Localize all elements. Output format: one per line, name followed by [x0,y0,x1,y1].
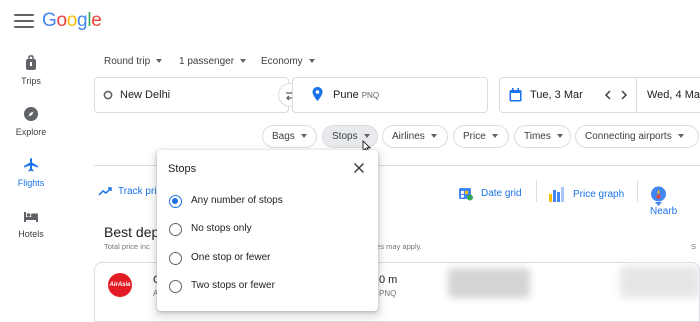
menu-icon [14,14,34,16]
radio-icon[interactable] [169,280,182,293]
filter-connecting-airports[interactable]: Connecting airports [575,125,699,148]
nearby-airports-button[interactable]: Nearb [650,186,700,217]
destination-field[interactable]: Pune PNQ [292,77,488,113]
caret-down-icon [308,59,315,64]
close-icon[interactable] [353,162,365,174]
date-field[interactable]: Tue, 3 Mar Wed, 4 Mar [499,77,700,113]
calendar-icon [509,88,522,102]
menu-button[interactable] [14,14,34,30]
date-divider [636,78,637,112]
origin-value: New Delhi [120,89,171,101]
location-pin-icon [312,87,323,101]
nav-hotels[interactable]: Hotels [0,208,62,239]
depart-date: Tue, 3 Mar [530,89,583,101]
map-pin-icon [651,186,666,206]
nav-trips[interactable]: Trips [0,55,62,86]
destination-code: PNQ [361,91,380,100]
filter-times[interactable]: Times [514,125,571,148]
sort-label[interactable]: S [691,242,696,251]
nav-label: Flights [17,178,45,188]
flight-duration-partial: 0 m [379,274,398,286]
origin-field[interactable]: New Delhi [94,77,289,113]
nav-explore[interactable]: Explore [0,106,62,137]
fees-note: ees may apply. [372,242,422,251]
filter-airlines[interactable]: Airlines [382,125,448,148]
filter-bags[interactable]: Bags [262,125,317,148]
compass-icon [24,107,38,121]
caret-down-icon [491,134,498,139]
price-graph-icon [549,187,564,202]
nav-flights[interactable]: Flights [0,157,62,188]
blurred-price-info [620,266,700,298]
chevron-left-icon[interactable] [604,90,612,100]
nav-label: Trips [21,76,41,86]
cabin-class-select[interactable]: Economy [261,56,315,67]
date-grid-icon [459,188,473,201]
track-prices-toggle[interactable]: Track pri [98,186,157,197]
passenger-select[interactable]: 1 passenger [179,56,247,67]
caret-down-icon [300,134,307,139]
date-grid-button[interactable]: Date grid [458,186,522,201]
radio-icon[interactable] [169,223,182,236]
caret-down-icon [156,59,163,64]
nav-label: Hotels [18,229,44,239]
filter-price[interactable]: Price [453,125,509,148]
google-logo[interactable]: Google [42,10,102,32]
caret-down-icon [430,134,437,139]
caret-down-icon [677,134,684,139]
airline-logo: AirAsia [108,273,132,297]
chevron-right-icon[interactable] [620,90,628,100]
caret-down-icon [556,134,563,139]
dropdown-title: Stops [168,163,197,175]
stops-dropdown: Stops Any number of stops No stops only … [157,150,378,311]
suitcase-icon [26,55,36,70]
tool-divider [637,180,638,202]
origin-circle-icon [103,90,113,100]
destination-value: Pune [333,89,359,101]
total-price-note: Total price inc [104,242,150,251]
tool-divider [536,180,537,202]
caret-down-icon [240,59,247,64]
nav-label: Explore [15,127,47,137]
trip-type-select[interactable]: Round trip [104,56,163,67]
return-date: Wed, 4 Mar [647,89,700,101]
radio-icon[interactable] [169,252,182,265]
airplane-icon [24,158,38,172]
route-code: PNQ [379,289,397,298]
blurred-stops-info [448,268,530,298]
bed-icon [24,212,38,222]
radio-selected-icon[interactable] [169,195,182,208]
trend-icon [98,187,112,196]
price-graph-button[interactable]: Price graph [548,186,624,203]
caret-down-icon [363,134,370,139]
